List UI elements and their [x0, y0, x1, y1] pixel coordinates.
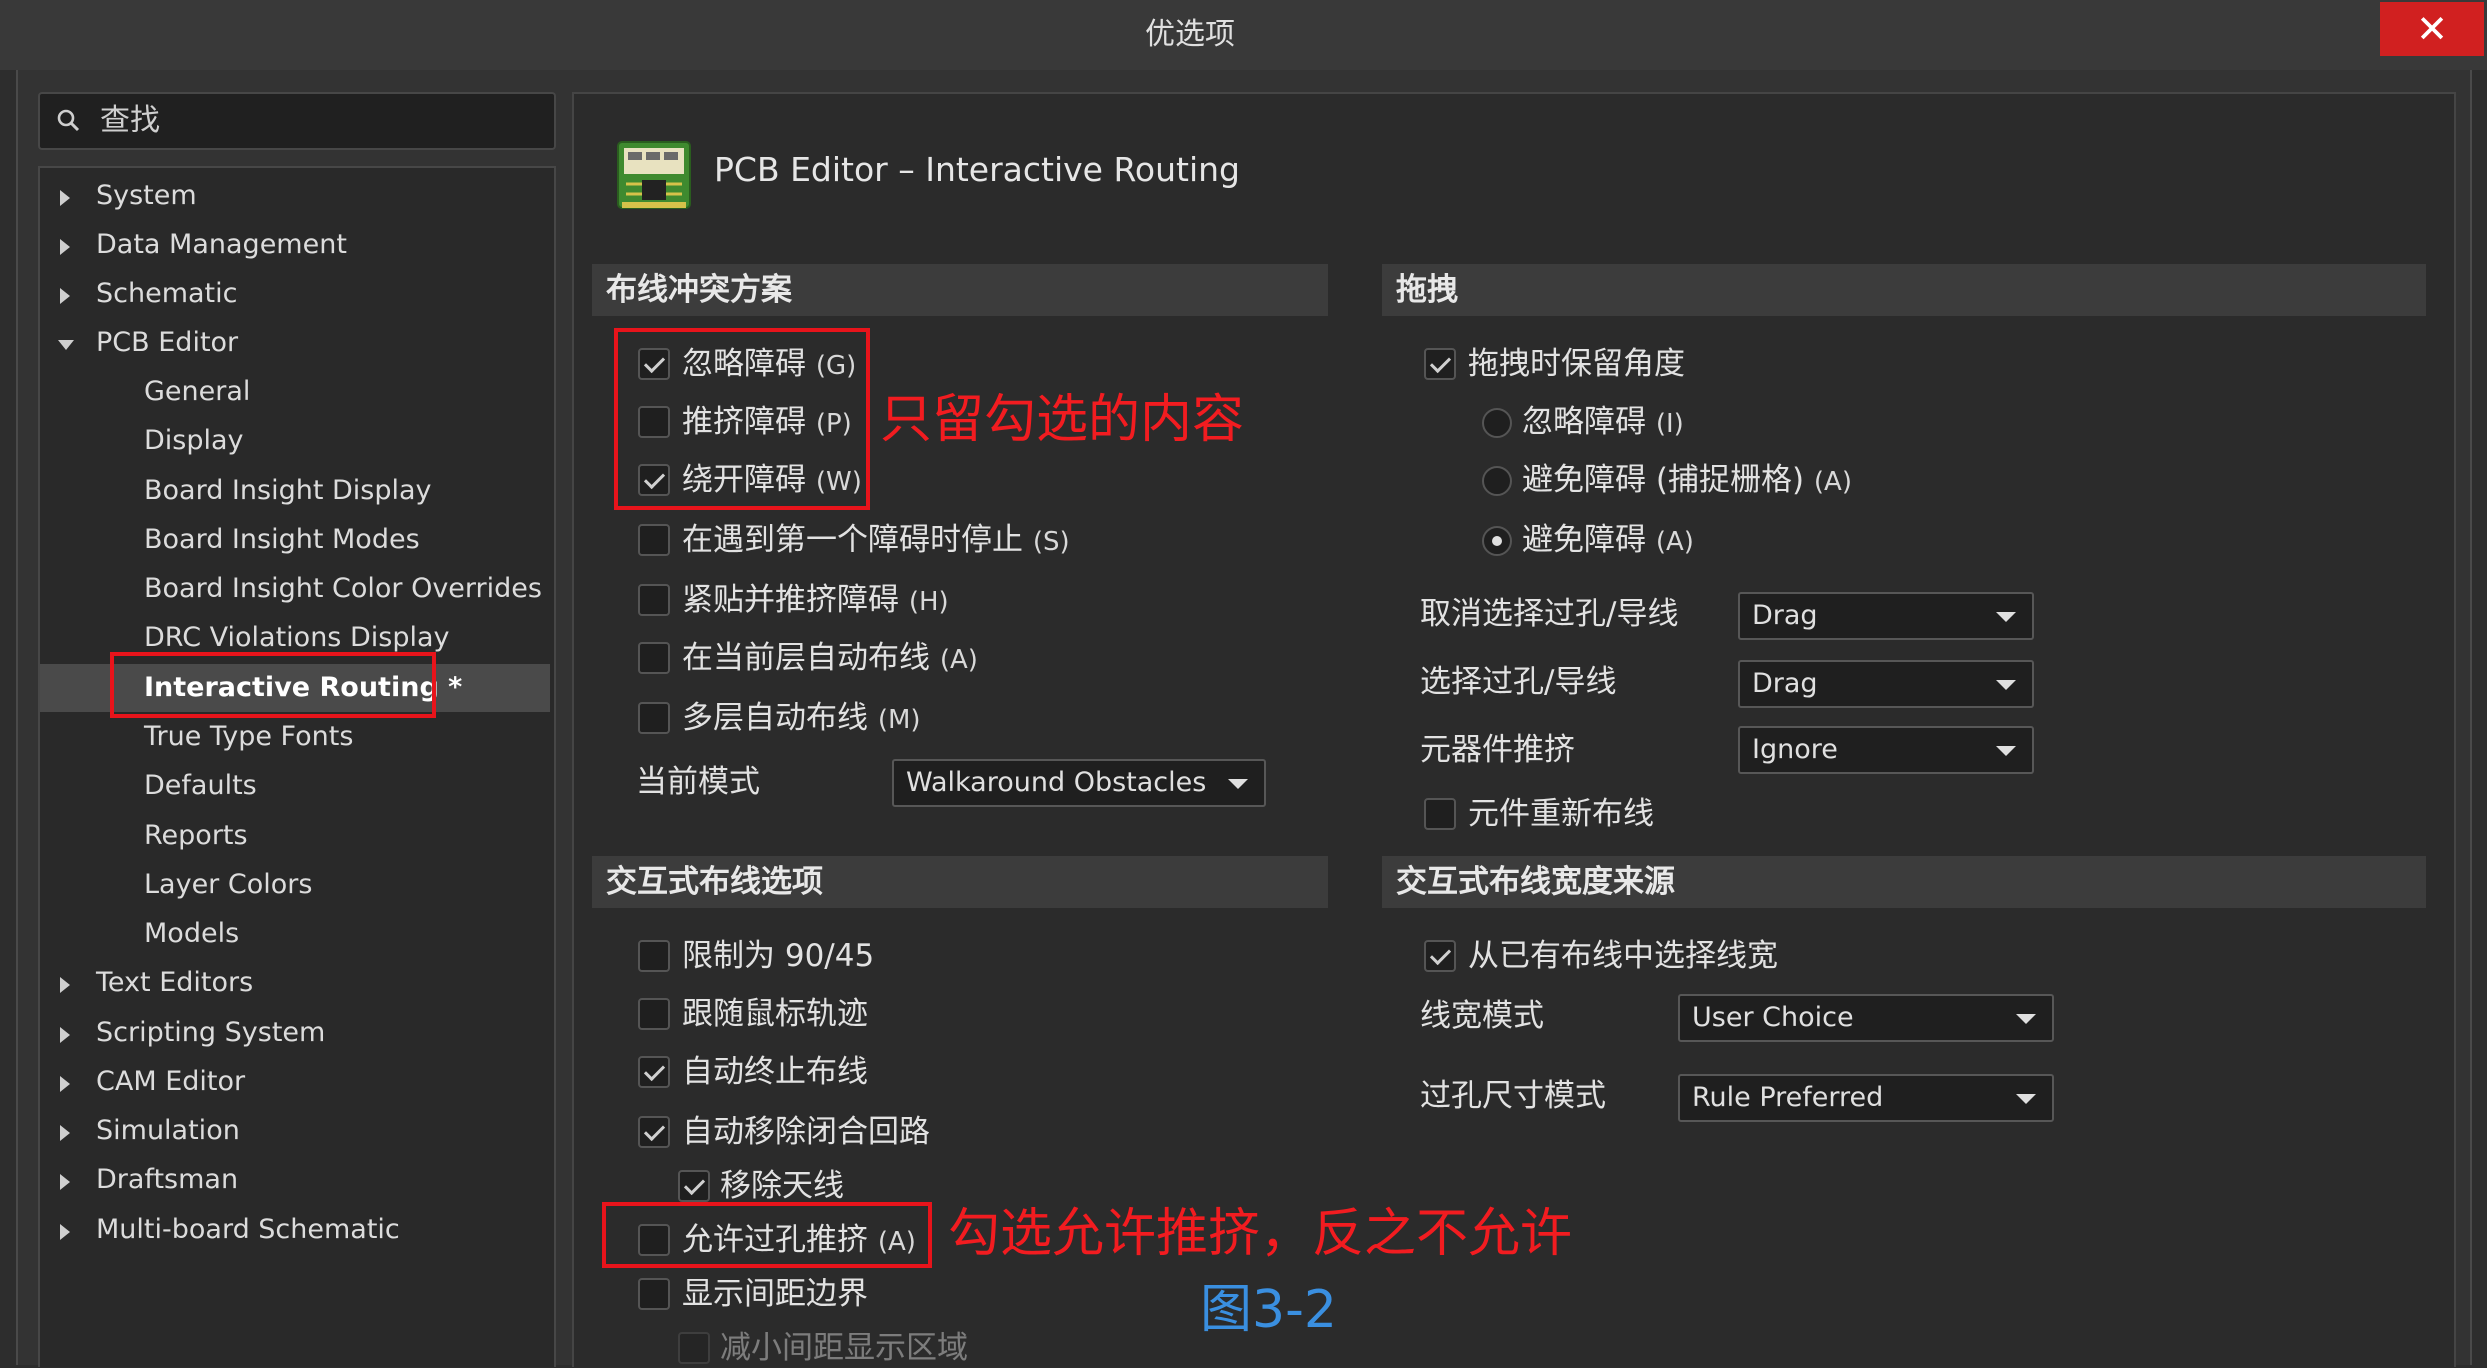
- group-header-conflict: 布线冲突方案: [592, 264, 1328, 316]
- dropdown-via-size-mode[interactable]: Rule Preferred: [1678, 1074, 2054, 1122]
- caret-right-icon[interactable]: [60, 1125, 70, 1141]
- dropdown-current-mode[interactable]: Walkaround Obstacles: [892, 759, 1266, 807]
- dropdown-component-pushing[interactable]: Ignore: [1738, 726, 2034, 774]
- checkbox-auto-remove-loops[interactable]: [638, 1116, 670, 1148]
- checkbox-autoroute-current-layer[interactable]: [638, 642, 670, 674]
- annotation-note-keep-checked: 只留勾选的内容: [880, 390, 1245, 450]
- annotation-box-via-pushing: [602, 1202, 932, 1268]
- label-keep-angle-drag[interactable]: 拖拽时保留角度: [1468, 344, 1685, 384]
- checkbox-reduce-clearance-area[interactable]: [678, 1332, 710, 1364]
- group-header-width-source: 交互式布线宽度来源: [1382, 856, 2426, 908]
- label-remove-antennas[interactable]: 移除天线: [720, 1166, 844, 1206]
- label-unselected-via-track: 取消选择过孔/导线: [1420, 596, 1679, 632]
- radio-drag-avoid-snap[interactable]: [1482, 466, 1512, 496]
- checkbox-auto-terminate[interactable]: [638, 1056, 670, 1088]
- chevron-down-icon: [2016, 1014, 2036, 1024]
- checkbox-follow-mouse[interactable]: [638, 998, 670, 1030]
- caret-right-icon[interactable]: [60, 977, 70, 993]
- checkbox-restrict-90-45[interactable]: [638, 940, 670, 972]
- label-current-mode: 当前模式: [636, 764, 760, 800]
- figure-caption: 图3-2: [1200, 1280, 1337, 1340]
- label-auto-terminate[interactable]: 自动终止布线: [682, 1052, 868, 1092]
- pcb-board-icon: [617, 141, 691, 209]
- checkbox-hug-and-push[interactable]: [638, 584, 670, 616]
- annotation-note-via-pushing: 勾选允许推挤，反之不允许: [948, 1204, 1573, 1264]
- caret-right-icon[interactable]: [60, 1027, 70, 1043]
- checkbox-remove-antennas[interactable]: [678, 1170, 710, 1202]
- label-stop-at-first-obstacle[interactable]: 在遇到第一个障碍时停止 (S): [682, 520, 1070, 562]
- caret-right-icon[interactable]: [60, 1224, 70, 1240]
- label-drag-ignore[interactable]: 忽略障碍 (I): [1522, 402, 1684, 444]
- label-via-size-mode: 过孔尺寸模式: [1420, 1078, 1606, 1114]
- chevron-down-icon: [1996, 680, 2016, 690]
- group-header-drag: 拖拽: [1382, 264, 2426, 316]
- checkbox-autoroute-multilayer[interactable]: [638, 702, 670, 734]
- search-box[interactable]: 查找: [38, 92, 556, 150]
- label-follow-mouse[interactable]: 跟随鼠标轨迹: [682, 994, 868, 1034]
- caret-right-icon[interactable]: [60, 1076, 70, 1092]
- radio-drag-avoid[interactable]: [1482, 526, 1512, 556]
- checkbox-stop-at-first-obstacle[interactable]: [638, 524, 670, 556]
- window-title: 优选项: [1145, 17, 1235, 52]
- label-display-clearance[interactable]: 显示间距边界: [682, 1274, 868, 1314]
- dropdown-unselected-via-track[interactable]: Drag: [1738, 592, 2034, 640]
- chevron-down-icon: [2016, 1094, 2036, 1104]
- label-track-width-mode: 线宽模式: [1420, 998, 1544, 1034]
- dropdown-selected-via-track[interactable]: Drag: [1738, 660, 2034, 708]
- checkbox-display-clearance[interactable]: [638, 1278, 670, 1310]
- label-reduce-clearance-area[interactable]: 减小间距显示区域: [720, 1328, 968, 1368]
- group-header-interactive-options: 交互式布线选项: [592, 856, 1328, 908]
- caret-right-icon[interactable]: [60, 1174, 70, 1190]
- search-icon: [57, 109, 80, 132]
- label-component-pushing: 元器件推挤: [1420, 732, 1575, 768]
- label-restrict-90-45[interactable]: 限制为 90/45: [682, 936, 874, 976]
- label-component-reroute[interactable]: 元件重新布线: [1468, 794, 1654, 834]
- dropdown-track-width-mode[interactable]: User Choice: [1678, 994, 2054, 1042]
- caret-right-icon[interactable]: [60, 288, 70, 304]
- chevron-down-icon: [1996, 612, 2016, 622]
- search-input[interactable]: 查找: [100, 94, 540, 148]
- page-heading: PCB Editor – Interactive Routing: [714, 150, 1240, 189]
- checkbox-component-reroute[interactable]: [1424, 798, 1456, 830]
- label-selected-via-track: 选择过孔/导线: [1420, 664, 1617, 700]
- label-autoroute-current-layer[interactable]: 在当前层自动布线 (A): [682, 638, 978, 680]
- label-pick-track-width[interactable]: 从已有布线中选择线宽: [1468, 936, 1778, 976]
- label-autoroute-multilayer[interactable]: 多层自动布线 (M): [682, 698, 921, 740]
- chevron-down-icon: [1228, 779, 1248, 789]
- label-hug-and-push[interactable]: 紧贴并推挤障碍 (H): [682, 580, 949, 622]
- close-button[interactable]: ✕: [2380, 2, 2484, 56]
- annotation-box-conflict: [614, 328, 870, 510]
- label-drag-avoid[interactable]: 避免障碍 (A): [1522, 520, 1694, 562]
- caret-down-icon[interactable]: [58, 340, 74, 350]
- annotation-box-tree: [110, 652, 436, 718]
- checkbox-pick-track-width[interactable]: [1424, 940, 1456, 972]
- label-auto-remove-loops[interactable]: 自动移除闭合回路: [682, 1112, 930, 1152]
- checkbox-keep-angle-drag[interactable]: [1424, 348, 1456, 380]
- label-drag-avoid-snap[interactable]: 避免障碍 (捕捉栅格) (A): [1522, 460, 1852, 502]
- caret-right-icon[interactable]: [60, 190, 70, 206]
- caret-right-icon[interactable]: [60, 239, 70, 255]
- radio-drag-ignore[interactable]: [1482, 408, 1512, 438]
- chevron-down-icon: [1996, 746, 2016, 756]
